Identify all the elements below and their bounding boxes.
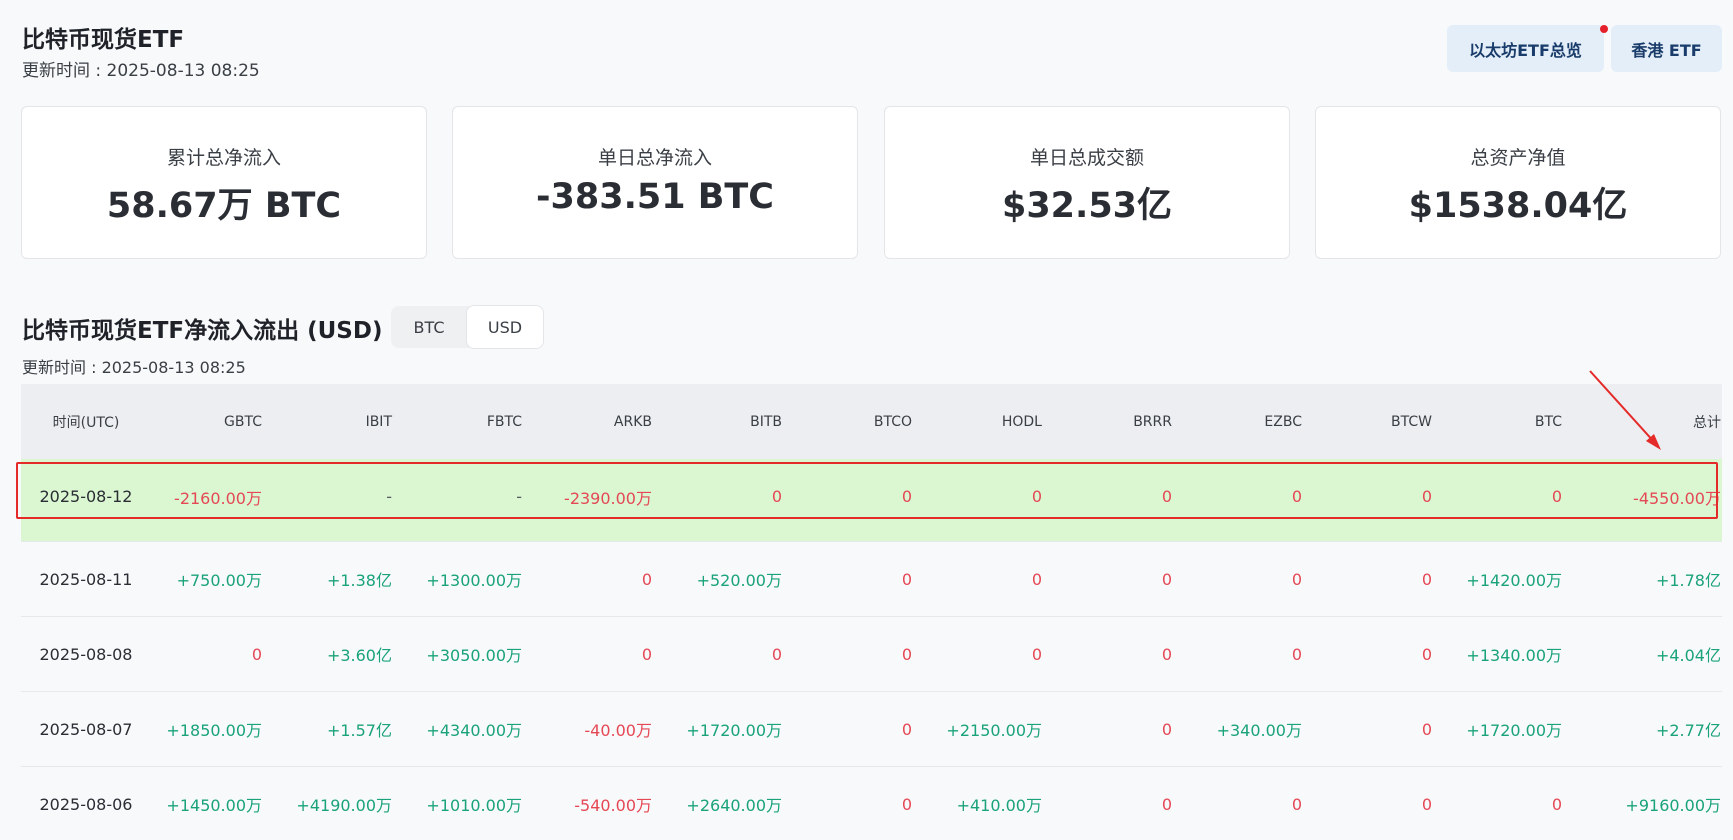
etf-page: 比特币现货ETF 更新时间 : 2025-08-13 08:25 以太坊ETF总… [0, 0, 1733, 840]
annotation-arrow-icon [1589, 370, 1661, 450]
